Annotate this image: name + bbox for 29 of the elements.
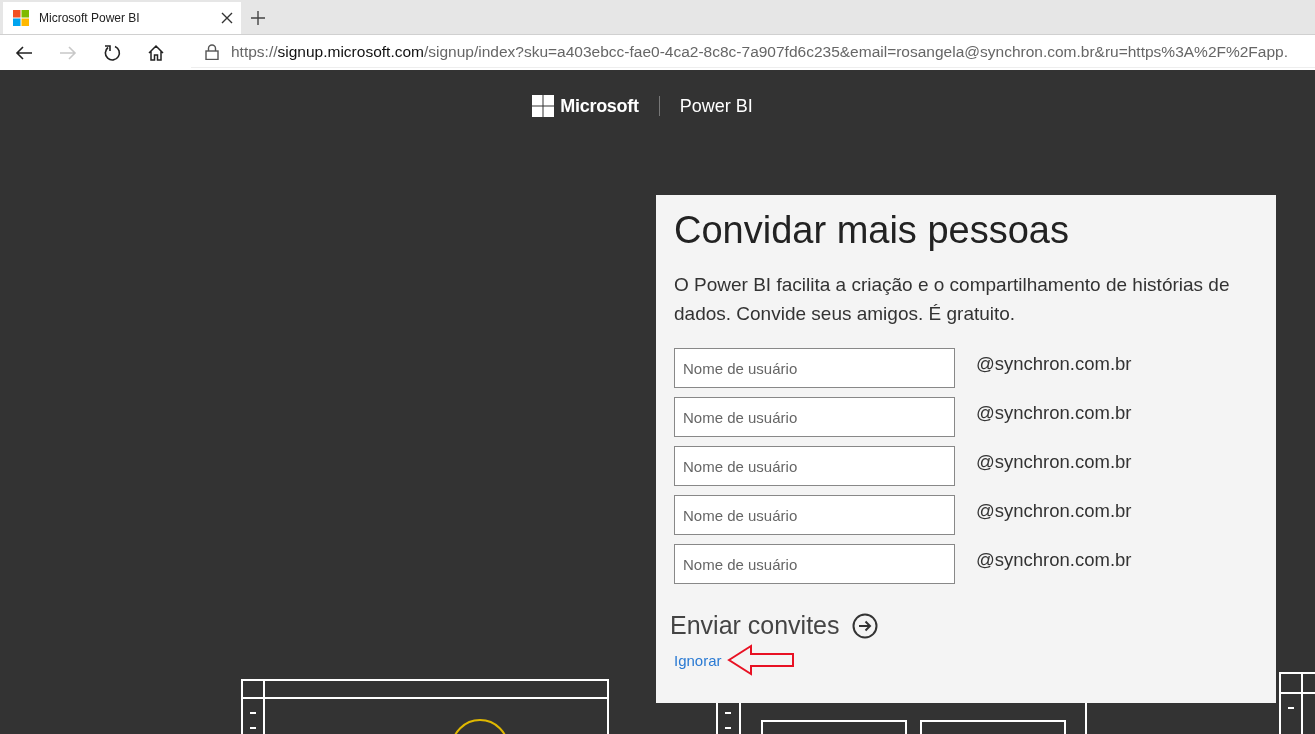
microsoft-logo-icon bbox=[532, 95, 555, 117]
username-field[interactable]: Nome de usuário bbox=[674, 495, 955, 535]
domain-suffix: @synchron.com.br bbox=[976, 500, 1132, 522]
domain-suffix: @synchron.com.br bbox=[976, 549, 1132, 571]
windows-logo-icon bbox=[13, 10, 29, 26]
skip-link[interactable]: Ignorar bbox=[674, 651, 722, 669]
close-icon[interactable] bbox=[221, 12, 233, 24]
send-invites-button[interactable]: Enviar convites bbox=[670, 611, 878, 640]
tab-title: Microsoft Power BI bbox=[39, 11, 141, 25]
username-field[interactable]: Nome de usuário bbox=[674, 446, 955, 486]
domain-suffix: @synchron.com.br bbox=[976, 451, 1132, 473]
product-name: Power BI bbox=[679, 95, 753, 117]
brand-name: Microsoft bbox=[560, 95, 639, 117]
lock-icon bbox=[205, 44, 219, 60]
card-title: Convidar mais pessoas bbox=[674, 209, 1070, 252]
back-arrow-icon[interactable] bbox=[15, 43, 33, 62]
home-icon[interactable] bbox=[147, 43, 165, 62]
domain-suffix: @synchron.com.br bbox=[976, 402, 1132, 424]
arrow-circle-icon bbox=[851, 612, 878, 639]
annotation-arrow-icon bbox=[725, 644, 796, 676]
username-field[interactable]: Nome de usuário bbox=[674, 544, 955, 584]
new-tab-icon[interactable] bbox=[251, 11, 265, 25]
url-text: https://signup.microsoft.com/signup/index?sku=a403ebcc-fae0-4ca2-8c8c-7a907fd6c235&email=rosangela@synchron.com.br&ru=https%3A%2F%2Fapp. bbox=[231, 43, 1288, 61]
refresh-icon[interactable] bbox=[103, 43, 121, 62]
browser-tab[interactable]: Microsoft Power BI bbox=[3, 2, 241, 34]
domain-suffix: @synchron.com.br bbox=[976, 353, 1132, 375]
card-description: O Power BI facilita a criação e o compartilhamento de histórias de dados. Convide seus amigos. É gratuito. bbox=[674, 273, 1231, 326]
username-field[interactable]: Nome de usuário bbox=[674, 348, 955, 388]
username-field[interactable]: Nome de usuário bbox=[674, 397, 955, 437]
